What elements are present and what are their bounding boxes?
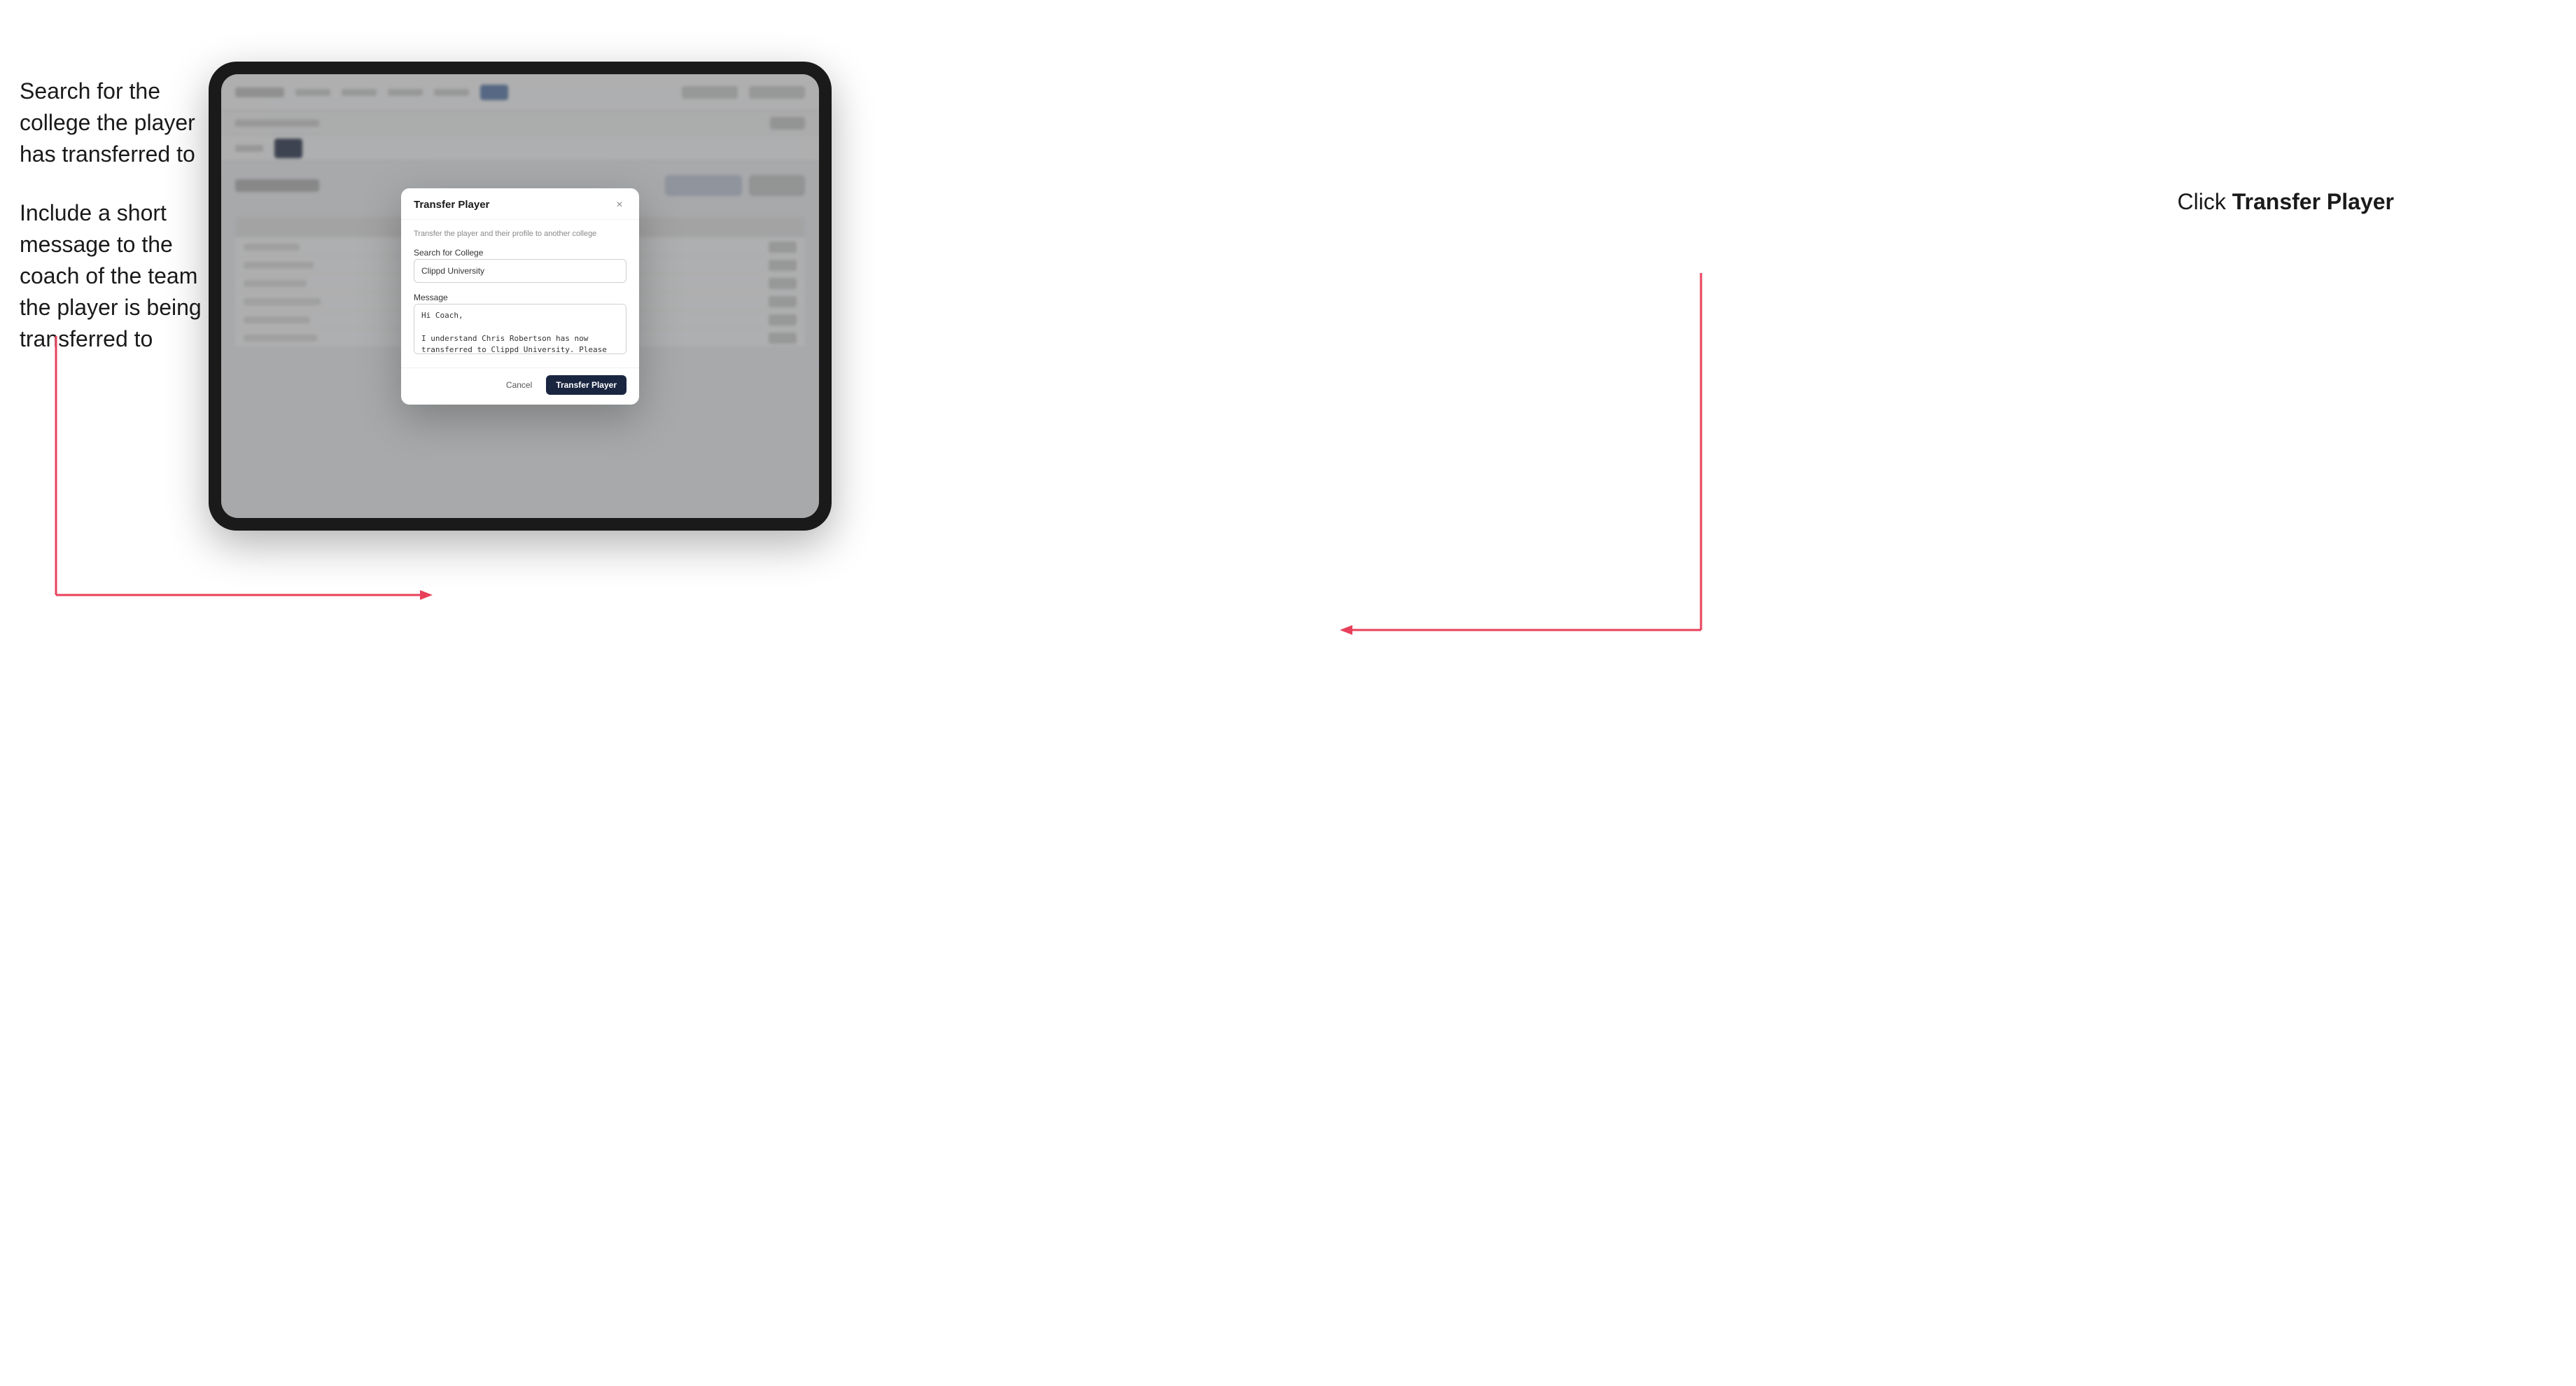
dialog-title: Transfer Player bbox=[414, 199, 489, 211]
dialog-overlay: Transfer Player × Transfer the player an… bbox=[221, 74, 819, 518]
annotation-right-text: Click Transfer Player bbox=[2178, 189, 2394, 214]
annotation-right: Click Transfer Player bbox=[2178, 189, 2394, 215]
dialog-body: Transfer the player and their profile to… bbox=[401, 220, 639, 368]
cancel-button[interactable]: Cancel bbox=[499, 376, 539, 394]
dialog-close-button[interactable]: × bbox=[612, 198, 626, 212]
message-label: Message bbox=[414, 293, 448, 302]
tablet-device: Transfer Player × Transfer the player an… bbox=[209, 62, 832, 531]
tablet-screen: Transfer Player × Transfer the player an… bbox=[221, 74, 819, 518]
college-label: Search for College bbox=[414, 248, 483, 258]
message-textarea[interactable]: Hi Coach, I understand Chris Robertson h… bbox=[414, 304, 626, 354]
college-input[interactable] bbox=[414, 259, 626, 283]
dialog-footer: Cancel Transfer Player bbox=[401, 368, 639, 405]
annotation-search-text: Search for the college the player has tr… bbox=[20, 76, 209, 169]
transfer-player-button[interactable]: Transfer Player bbox=[546, 375, 626, 395]
dialog-header: Transfer Player × bbox=[401, 188, 639, 220]
transfer-player-dialog: Transfer Player × Transfer the player an… bbox=[401, 188, 639, 405]
annotation-message-text: Include a short message to the coach of … bbox=[20, 197, 209, 354]
dialog-subtitle: Transfer the player and their profile to… bbox=[414, 230, 626, 238]
annotation-left: Search for the college the player has tr… bbox=[20, 76, 209, 382]
